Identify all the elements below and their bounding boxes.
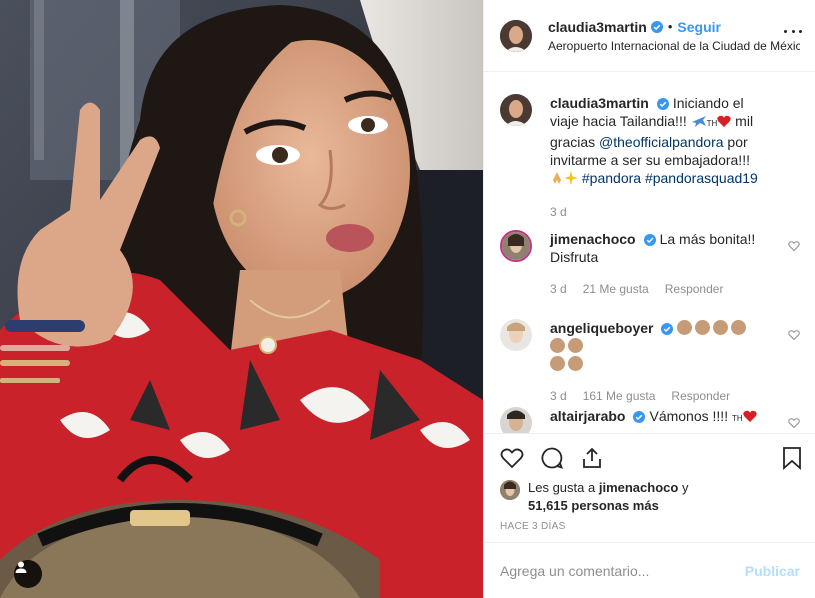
comments-list[interactable]: claudia3martin Iniciando el viaje hacia T…: [484, 73, 815, 433]
post-photo[interactable]: [0, 0, 483, 598]
comment-item: altairjarabo Vámonos !!!! TH: [500, 407, 800, 433]
comment-avatar[interactable]: [500, 407, 532, 433]
selfie-photo-illustration: [0, 0, 483, 598]
hashtag-pandorasquad19[interactable]: #pandorasquad19: [645, 170, 758, 186]
th-flag-label: TH: [706, 119, 718, 128]
post-actions-bar: [484, 433, 815, 481]
mention-link[interactable]: @theofficialpandora: [599, 134, 723, 150]
caption-time[interactable]: 3 d: [550, 203, 567, 221]
author-username[interactable]: claudia3martin: [548, 19, 647, 35]
publish-button[interactable]: Publicar: [745, 563, 800, 579]
verified-icon: [650, 20, 663, 33]
reply-button[interactable]: Responder: [665, 280, 724, 298]
sparkles-emoji: [564, 171, 578, 185]
post-details-panel: claudia3martin • Seguir Aeropuerto Inter…: [483, 0, 815, 598]
comment-likes[interactable]: 161 Me gusta: [583, 387, 656, 405]
caption-body: claudia3martin Iniciando el viaje hacia T…: [550, 94, 764, 221]
comment-body: jimenachoco La más bonita!! Disfruta 3 d …: [550, 230, 764, 298]
likes-summary: Les gusta a jimenachoco y 51,615 persona…: [500, 479, 728, 515]
comment-text: Vámonos !!!!: [649, 408, 729, 424]
comment-avatar[interactable]: [500, 230, 532, 262]
bookmark-icon[interactable]: [780, 446, 804, 470]
clap-emoji: [568, 356, 583, 371]
caption-username[interactable]: claudia3martin: [550, 95, 649, 111]
comment-time[interactable]: 3 d: [550, 387, 567, 405]
clap-emoji: [550, 338, 565, 353]
verified-icon: [661, 323, 674, 336]
comment-username[interactable]: altairjarabo: [550, 408, 625, 424]
comment-item: jimenachoco La más bonita!! Disfruta 3 d …: [500, 230, 800, 298]
comment-body: angeliqueboyer 3 d 161 Me gusta Responde…: [550, 319, 764, 405]
likes-middle: y: [681, 480, 689, 495]
more-options-icon[interactable]: [784, 30, 802, 36]
comment-avatar-image: [500, 319, 532, 351]
caption-avatar-image: [500, 94, 532, 126]
post-time-ago[interactable]: HACE 3 DÍAS: [500, 521, 566, 532]
verified-icon: [643, 234, 656, 247]
share-icon[interactable]: [580, 446, 604, 470]
caption-comment: claudia3martin Iniciando el viaje hacia T…: [500, 94, 800, 221]
heart-icon[interactable]: [500, 446, 524, 470]
comment-username[interactable]: angeliqueboyer: [550, 320, 653, 336]
user-tag-button[interactable]: [14, 560, 42, 588]
post-header: claudia3martin • Seguir Aeropuerto Inter…: [484, 0, 815, 72]
comment-meta: 3 d 161 Me gusta Responder: [550, 387, 764, 405]
likes-count[interactable]: 51,615 personas más: [528, 498, 659, 513]
comment-avatar-image: [500, 407, 532, 433]
comment-likes[interactable]: 21 Me gusta: [583, 280, 649, 298]
heart-icon[interactable]: [788, 240, 800, 252]
comment-input[interactable]: [500, 562, 745, 579]
comment-avatar-image: [502, 232, 530, 260]
post-location[interactable]: Aeropuerto Internacional de la Ciudad de…: [548, 39, 800, 53]
liker-avatar-image: [500, 480, 520, 500]
comment-body: altairjarabo Vámonos !!!! TH: [550, 407, 764, 433]
heart-icon[interactable]: [788, 329, 800, 341]
author-avatar-image: [500, 19, 532, 52]
clap-emoji: [568, 338, 583, 353]
comment-item: angeliqueboyer 3 d 161 Me gusta Responde…: [500, 319, 800, 405]
separator-dot: •: [667, 19, 673, 34]
clap-emoji: [550, 356, 565, 371]
comment-avatar[interactable]: [500, 319, 532, 351]
caption-text: claudia3martin Iniciando el viaje hacia T…: [550, 94, 764, 187]
hashtag-pandora[interactable]: #pandora: [582, 170, 641, 186]
verified-icon: [656, 98, 669, 111]
clap-emoji: [731, 320, 747, 335]
liker-avatar[interactable]: [500, 480, 520, 500]
likes-text: Les gusta a jimenachoco y 51,615 persona…: [528, 479, 728, 515]
follow-button[interactable]: Seguir: [677, 19, 721, 35]
likes-user[interactable]: jimenachoco: [599, 480, 678, 495]
author-avatar[interactable]: [500, 19, 532, 52]
comment-time[interactable]: 3 d: [550, 280, 567, 298]
add-comment-bar: Publicar: [484, 542, 815, 598]
reply-button[interactable]: Responder: [671, 387, 730, 405]
comment-icon[interactable]: [540, 446, 564, 470]
likes-prefix: Les gusta a: [528, 480, 596, 495]
comment-meta: 3 d 21 Me gusta Responder: [550, 280, 764, 298]
verified-icon: [633, 411, 646, 424]
airplane-emoji: [691, 116, 706, 127]
clap-emoji: [695, 320, 711, 335]
red-heart-emoji: [742, 410, 757, 422]
header-row: claudia3martin • Seguir: [548, 19, 800, 35]
pray-emoji: [553, 172, 561, 184]
red-heart-emoji: [717, 115, 731, 127]
user-tag-icon: [15, 561, 27, 573]
caption-meta: 3 d: [550, 203, 764, 221]
clap-emoji: [677, 320, 693, 335]
clap-emoji: [713, 320, 729, 335]
caption-avatar[interactable]: [500, 94, 532, 126]
header-text: claudia3martin • Seguir Aeropuerto Inter…: [548, 19, 800, 53]
th-flag-label: TH: [731, 414, 743, 423]
instagram-post: claudia3martin • Seguir Aeropuerto Inter…: [0, 0, 815, 598]
comment-username[interactable]: jimenachoco: [550, 231, 636, 247]
heart-icon[interactable]: [788, 417, 800, 429]
